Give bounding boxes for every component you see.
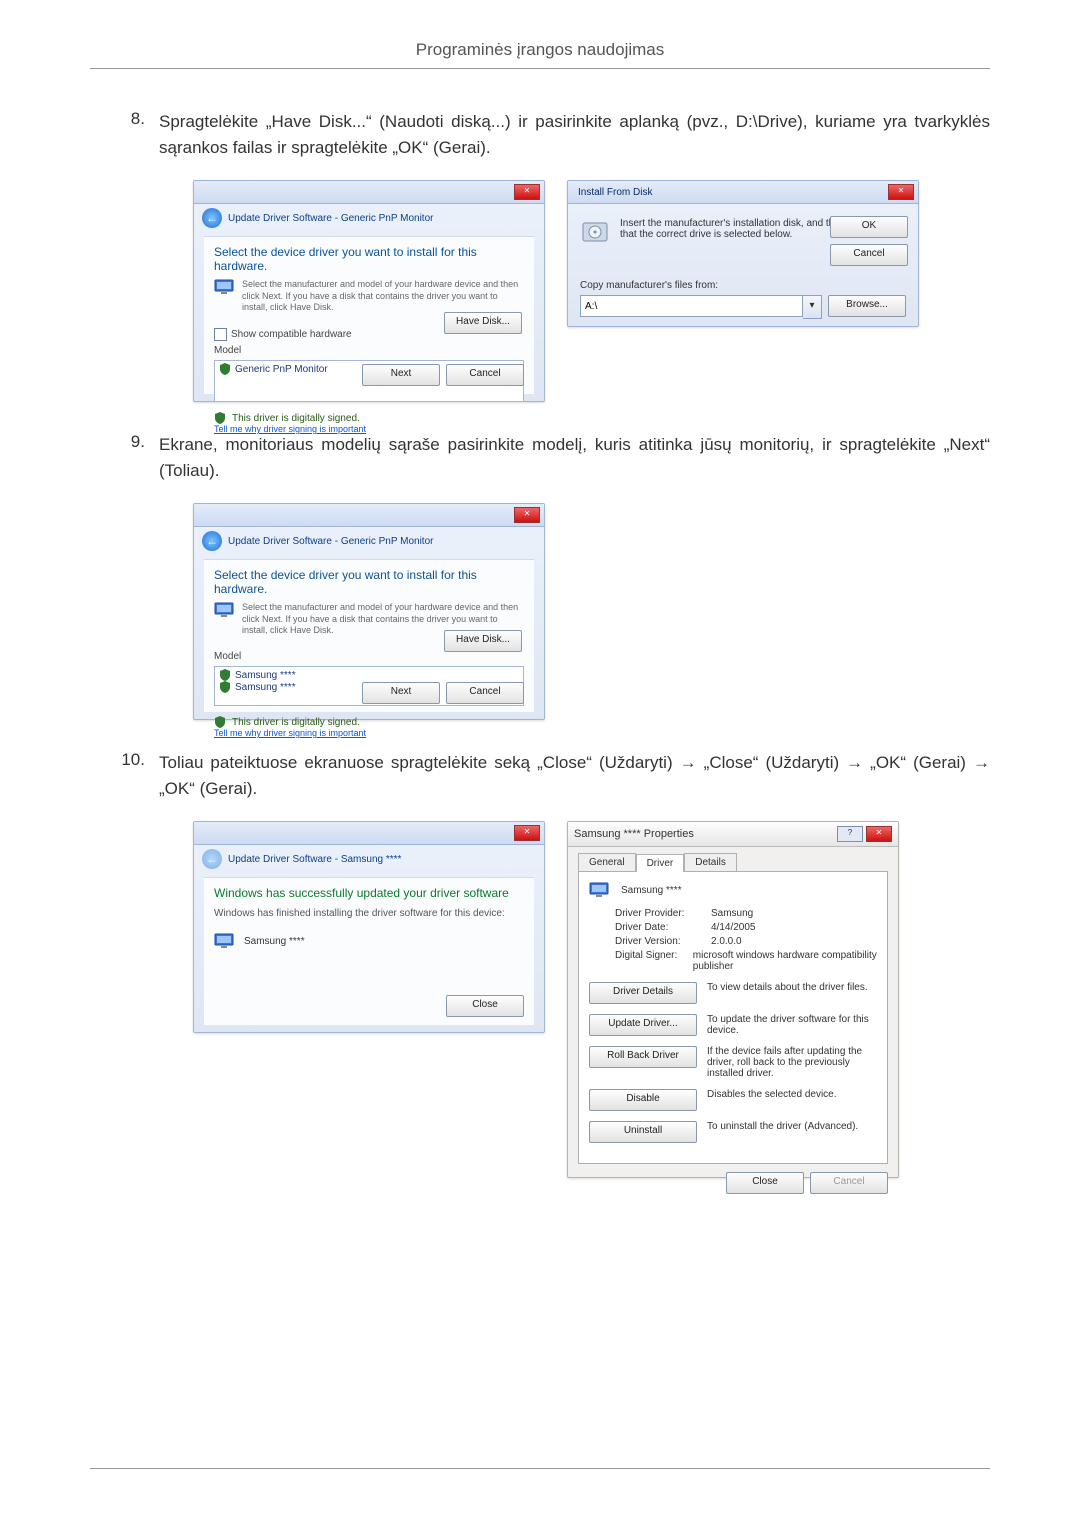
success-headline: Windows has successfully updated your dr…: [214, 886, 524, 900]
tab-driver[interactable]: Driver: [636, 854, 685, 872]
next-button[interactable]: Next: [362, 364, 440, 386]
monitor-icon: [589, 882, 609, 898]
step-text: Spragtelėkite „Have Disk...“ (Naudoti di…: [159, 109, 990, 160]
cancel-button[interactable]: Cancel: [830, 244, 908, 266]
disable-button[interactable]: Disable: [589, 1089, 697, 1111]
model-item: Samsung ****: [235, 682, 296, 693]
step-number: 9: [90, 432, 159, 483]
close-icon[interactable]: ✕: [514, 184, 540, 200]
cancel-button[interactable]: Cancel: [446, 682, 524, 704]
update-driver-success-dialog: ✕ ← Update Driver Software - Samsung ***…: [193, 821, 545, 1033]
driver-signed-label: This driver is digitally signed.: [232, 413, 360, 424]
label: Driver Date:: [615, 922, 711, 933]
device-name: Samsung ****: [244, 936, 305, 947]
monitor-icon: [214, 602, 234, 618]
close-icon[interactable]: ✕: [866, 826, 892, 842]
disable-desc: Disables the selected device.: [707, 1089, 877, 1100]
update-driver-button[interactable]: Update Driver...: [589, 1014, 697, 1036]
shield-icon: [219, 363, 231, 375]
dialog-title: Samsung **** Properties: [574, 828, 694, 840]
roll-back-desc: If the device fails after updating the d…: [707, 1046, 877, 1079]
device-properties-dialog: Samsung **** Properties ? ✕ General Driv…: [567, 821, 899, 1178]
why-signing-link[interactable]: Tell me why driver signing is important: [214, 424, 366, 434]
cancel-button[interactable]: Cancel: [446, 364, 524, 386]
close-button[interactable]: Close: [726, 1172, 804, 1194]
help-icon[interactable]: ?: [837, 826, 863, 842]
back-icon[interactable]: ←: [202, 849, 222, 869]
value: 4/14/2005: [711, 922, 756, 933]
driver-details-button[interactable]: Driver Details: [589, 982, 697, 1004]
show-compatible-label: Show compatible hardware: [231, 329, 352, 340]
update-driver-dialog-2: ✕ ← Update Driver Software - Generic PnP…: [193, 503, 545, 720]
step-text: Toliau pateiktuose ekranuose spragtelėki…: [159, 750, 990, 801]
driver-signed-label: This driver is digitally signed.: [232, 717, 360, 728]
close-icon[interactable]: ✕: [514, 825, 540, 841]
value: Samsung: [711, 908, 753, 919]
page-title: Programinės įrangos naudojimas: [90, 40, 990, 69]
footer-divider: [90, 1468, 990, 1469]
install-from-disk-dialog: Install From Disk ✕ Insert the manufactu…: [567, 180, 919, 327]
shield-icon: [219, 669, 231, 681]
breadcrumb: Update Driver Software - Generic PnP Mon…: [228, 213, 433, 224]
wizard-subtext: Select the manufacturer and model of you…: [242, 279, 524, 314]
label: Driver Version:: [615, 936, 711, 947]
model-header: Model: [214, 651, 524, 662]
monitor-icon: [214, 279, 234, 295]
close-icon[interactable]: ✕: [514, 507, 540, 523]
ok-button[interactable]: OK: [830, 216, 908, 238]
wizard-headline: Select the device driver you want to ins…: [214, 568, 524, 596]
step-number: 8: [90, 109, 159, 160]
model-item: Generic PnP Monitor: [235, 364, 328, 375]
cancel-button: Cancel: [810, 1172, 888, 1194]
have-disk-button[interactable]: Have Disk...: [444, 630, 522, 652]
breadcrumb: Update Driver Software - Generic PnP Mon…: [228, 536, 433, 547]
tab-general[interactable]: General: [578, 853, 636, 871]
breadcrumb: Update Driver Software - Samsung ****: [228, 854, 401, 865]
show-compatible-checkbox[interactable]: [214, 328, 227, 341]
value: 2.0.0.0: [711, 936, 742, 947]
step-number: 10: [90, 750, 159, 801]
value: microsoft windows hardware compatibility…: [693, 950, 877, 972]
step-text: Ekrane, monitoriaus modelių sąraše pasir…: [159, 432, 990, 483]
device-name: Samsung ****: [621, 885, 682, 896]
disk-icon: [580, 218, 610, 248]
success-subtext: Windows has finished installing the driv…: [214, 908, 524, 919]
driver-details-desc: To view details about the driver files.: [707, 982, 877, 993]
roll-back-driver-button[interactable]: Roll Back Driver: [589, 1046, 697, 1068]
close-button[interactable]: Close: [446, 995, 524, 1017]
copy-from-label: Copy manufacturer's files from:: [580, 280, 906, 291]
browse-button[interactable]: Browse...: [828, 295, 906, 317]
tab-details[interactable]: Details: [684, 853, 737, 871]
uninstall-button[interactable]: Uninstall: [589, 1121, 697, 1143]
shield-icon: [214, 412, 226, 424]
have-disk-button[interactable]: Have Disk...: [444, 312, 522, 334]
next-button[interactable]: Next: [362, 682, 440, 704]
model-header: Model: [214, 345, 524, 356]
update-driver-desc: To update the driver software for this d…: [707, 1014, 877, 1036]
back-icon[interactable]: ←: [202, 208, 222, 228]
path-input[interactable]: [580, 295, 803, 317]
back-icon[interactable]: ←: [202, 531, 222, 551]
model-item: Samsung ****: [235, 670, 296, 681]
wizard-headline: Select the device driver you want to ins…: [214, 245, 524, 273]
label: Digital Signer:: [615, 950, 693, 972]
shield-icon: [219, 681, 231, 693]
update-driver-dialog-1: ✕ ← Update Driver Software - Generic PnP…: [193, 180, 545, 402]
close-icon[interactable]: ✕: [888, 184, 914, 200]
monitor-icon: [214, 933, 234, 949]
chevron-down-icon[interactable]: ▾: [803, 295, 822, 319]
dialog-title: Install From Disk: [572, 187, 885, 198]
shield-icon: [214, 716, 226, 728]
label: Driver Provider:: [615, 908, 711, 919]
uninstall-desc: To uninstall the driver (Advanced).: [707, 1121, 877, 1132]
why-signing-link[interactable]: Tell me why driver signing is important: [214, 728, 366, 738]
